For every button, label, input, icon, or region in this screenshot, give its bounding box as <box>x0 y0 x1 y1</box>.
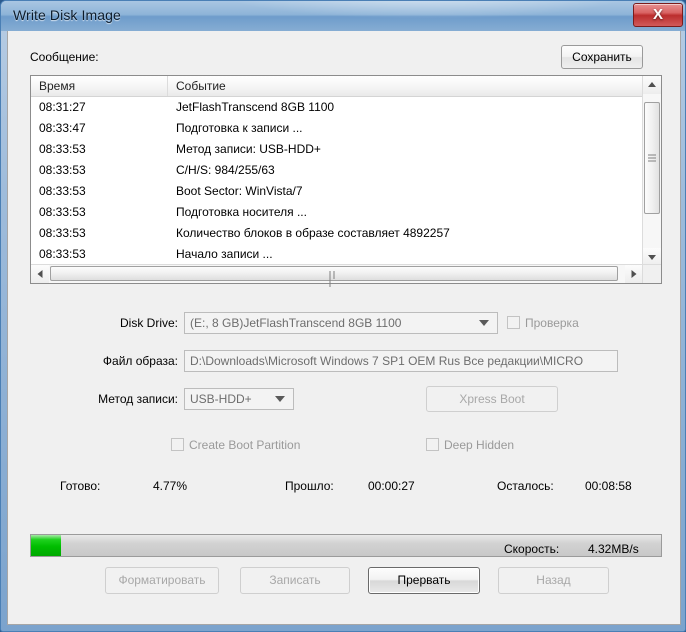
log-time: 08:33:53 <box>39 184 86 198</box>
scroll-right-icon[interactable] <box>625 265 643 283</box>
log-vertical-scrollbar[interactable] <box>642 76 661 266</box>
back-button[interactable]: Назад <box>498 567 609 594</box>
checkbox-icon <box>171 438 184 451</box>
table-row[interactable]: 08:33:53 Подготовка носителя ... <box>31 202 643 223</box>
log-time: 08:33:47 <box>39 121 86 135</box>
deep-hidden-checkbox[interactable]: Deep Hidden <box>426 438 514 452</box>
write-method-combo[interactable]: USB-HDD+ <box>184 388 294 410</box>
table-row[interactable]: 08:33:53 Boot Sector: WinVista/7 <box>31 181 643 202</box>
disk-drive-combo[interactable]: (E:, 8 GB)JetFlashTranscend 8GB 1100 <box>184 312 498 334</box>
horizontal-scroll-thumb[interactable] <box>50 266 618 287</box>
progress-bar <box>30 534 662 557</box>
verify-label: Проверка <box>525 316 579 330</box>
log-listview[interactable]: Время Событие 08:31:27 JetFlashTranscend… <box>30 75 662 287</box>
disk-drive-value: (E:, 8 GB)JetFlashTranscend 8GB 1100 <box>190 316 402 330</box>
table-row[interactable]: 08:33:47 Подготовка к записи ... <box>31 118 643 139</box>
log-time: 08:33:53 <box>39 247 86 261</box>
client-area: Сообщение: Сохранить Время Событие 08:31… <box>7 31 681 625</box>
speed-label: Скорость: <box>504 542 560 556</box>
message-label: Сообщение: <box>30 50 99 64</box>
table-row[interactable]: 08:31:27 JetFlashTranscend 8GB 1100 <box>31 97 643 118</box>
log-rows: 08:31:27 JetFlashTranscend 8GB 1100 08:3… <box>31 97 643 283</box>
log-header: Время Событие <box>31 76 643 97</box>
chevron-down-icon <box>479 320 489 326</box>
window-title: Write Disk Image <box>13 7 121 23</box>
scroll-grip-icon <box>329 271 339 287</box>
table-row[interactable]: 08:33:53 Количество блоков в образе сост… <box>31 223 643 244</box>
create-boot-partition-label: Create Boot Partition <box>189 438 301 452</box>
xpress-boot-button[interactable]: Xpress Boot <box>426 386 558 412</box>
write-method-value: USB-HDD+ <box>190 392 252 406</box>
scroll-up-icon[interactable] <box>643 76 661 94</box>
progress-bar-fill <box>31 535 62 556</box>
write-button[interactable]: Записать <box>240 567 350 594</box>
save-button[interactable]: Сохранить <box>561 45 643 69</box>
done-label: Готово: <box>60 479 101 493</box>
log-column-event[interactable]: Событие <box>168 76 643 96</box>
elapsed-value: 00:00:27 <box>368 479 415 493</box>
checkbox-icon <box>426 438 439 451</box>
close-button[interactable]: X <box>633 3 683 27</box>
title-bar[interactable]: Write Disk Image X <box>1 1 685 31</box>
image-file-label: Файл образа: <box>102 354 178 368</box>
log-column-time[interactable]: Время <box>31 76 168 96</box>
log-event: Подготовка к записи ... <box>176 121 303 135</box>
log-event: Подготовка носителя ... <box>176 205 307 219</box>
speed-value: 4.32MB/s <box>588 542 639 556</box>
remaining-value: 00:08:58 <box>585 479 632 493</box>
close-icon: X <box>652 6 663 23</box>
log-event: C/H/S: 984/255/63 <box>176 163 275 177</box>
table-row[interactable]: 08:33:53 Начало записи ... <box>31 244 643 265</box>
scrollbar-corner <box>642 264 661 283</box>
verify-checkbox[interactable]: Проверка <box>507 316 579 330</box>
abort-button[interactable]: Прервать <box>368 567 480 594</box>
done-value: 4.77% <box>153 479 188 493</box>
log-time: 08:33:53 <box>39 205 86 219</box>
write-disk-image-window: Write Disk Image X Сообщение: Сохранить … <box>0 0 686 632</box>
create-boot-partition-checkbox[interactable]: Create Boot Partition <box>171 438 300 452</box>
remaining-label: Осталось: <box>497 479 554 493</box>
table-row[interactable]: 08:33:53 Метод записи: USB-HDD+ <box>31 139 643 160</box>
table-row[interactable]: 08:33:53 C/H/S: 984/255/63 <box>31 160 643 181</box>
log-event: JetFlashTranscend 8GB 1100 <box>176 100 335 114</box>
elapsed-label: Прошло: <box>285 479 334 493</box>
log-time: 08:33:53 <box>39 226 86 240</box>
log-event: Начало записи ... <box>176 247 273 261</box>
deep-hidden-label: Deep Hidden <box>444 438 515 452</box>
log-horizontal-scrollbar[interactable] <box>31 264 643 287</box>
image-file-input[interactable]: D:\Downloads\Microsoft Windows 7 SP1 OEM… <box>184 350 618 372</box>
write-method-label: Метод записи: <box>98 392 178 406</box>
scroll-left-icon[interactable] <box>31 265 49 283</box>
log-event: Количество блоков в образе составляет 48… <box>176 226 450 240</box>
chevron-down-icon <box>275 396 285 402</box>
checkbox-icon <box>507 316 520 329</box>
disk-drive-label: Disk Drive: <box>119 316 178 330</box>
vertical-scroll-thumb[interactable] <box>644 102 660 214</box>
scroll-grip-icon <box>648 154 656 162</box>
log-time: 08:33:53 <box>39 142 86 156</box>
log-time: 08:31:27 <box>39 100 86 114</box>
log-event: Метод записи: USB-HDD+ <box>176 142 321 156</box>
log-event: Boot Sector: WinVista/7 <box>176 184 303 198</box>
format-button[interactable]: Форматировать <box>105 567 219 594</box>
log-time: 08:33:53 <box>39 163 86 177</box>
